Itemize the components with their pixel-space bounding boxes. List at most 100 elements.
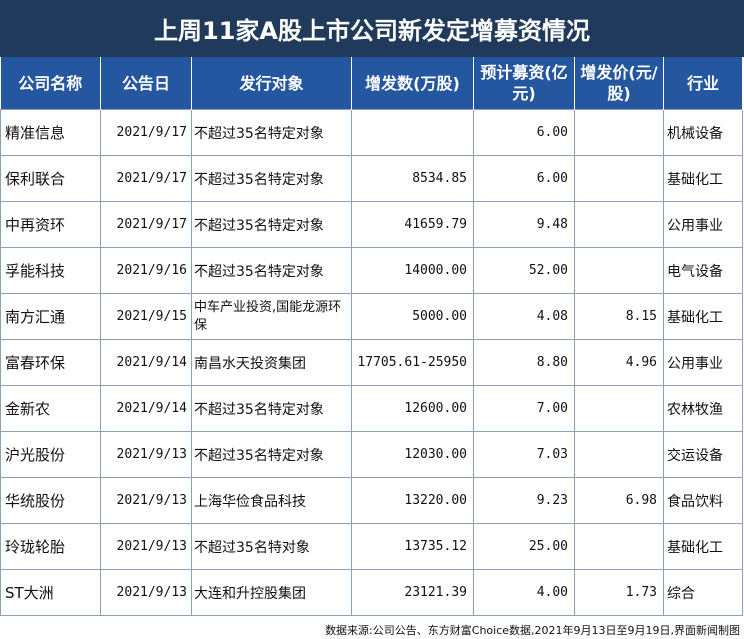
target-cell: 南昌水天投资集团 — [191, 339, 352, 386]
industry-cell: 机械设备 — [663, 109, 743, 156]
funds-cell: 25.00 — [473, 523, 575, 570]
date-cell: 2021/9/16 — [100, 247, 192, 294]
industry-cell: 交运设备 — [663, 431, 743, 478]
industry-cell: 公用事业 — [663, 339, 743, 386]
header-row: 公司名称 公告日 发行对象 增发数(万股) 预计募资(亿元) 增发价(元/股) … — [0, 57, 743, 110]
table-row: 孚能科技 2021/9/16 不超过35名特定对象 14000.00 52.00 电气设备 — [0, 247, 743, 294]
date-cell: 2021/9/14 — [100, 339, 192, 386]
industry-cell: 综合 — [663, 569, 743, 616]
shares-cell: 41659.79 — [351, 201, 474, 248]
shares-cell — [351, 109, 474, 156]
target-cell: 上海华俭食品科技 — [191, 477, 352, 524]
table-row: 南方汇通 2021/9/15 中车产业投资,国能龙源环保 5000.00 4.08 8.1… — [0, 293, 743, 340]
table-body: 精准信息 2021/9/17 不超过35名特定对象 6.00 机械设备 保利联合 2021/… — [0, 109, 743, 616]
date-cell: 2021/9/13 — [100, 431, 192, 478]
target-cell: 不超过35名特定对象 — [191, 155, 352, 202]
company-cell: 玲珑轮胎 — [0, 523, 101, 570]
shares-cell: 17705.61-25950 — [351, 339, 474, 386]
table-row: 沪光股份 2021/9/13 不超过35名特定对象 12030.00 7.03 交运设备 — [0, 431, 743, 478]
shares-cell: 23121.39 — [351, 569, 474, 616]
company-cell: 中再资环 — [0, 201, 101, 248]
date-cell: 2021/9/17 — [100, 155, 192, 202]
table-row: 中再资环 2021/9/17 不超过35名特定对象 41659.79 9.48 公用事业 — [0, 201, 743, 248]
price-cell — [574, 201, 664, 248]
table-row: 金新农 2021/9/14 不超过35名特定对象 12600.00 7.00 农林牧渔 — [0, 385, 743, 432]
table-row: 精准信息 2021/9/17 不超过35名特定对象 6.00 机械设备 — [0, 109, 743, 156]
funds-cell: 9.23 — [473, 477, 575, 524]
shares-cell: 8534.85 — [351, 155, 474, 202]
date-cell: 2021/9/13 — [100, 569, 192, 616]
company-cell: 华统股份 — [0, 477, 101, 524]
funds-cell: 6.00 — [473, 109, 575, 156]
price-cell — [574, 385, 664, 432]
shares-cell: 5000.00 — [351, 293, 474, 340]
price-cell — [574, 155, 664, 202]
date-cell: 2021/9/17 — [100, 109, 192, 156]
funds-cell: 52.00 — [473, 247, 575, 294]
industry-cell: 电气设备 — [663, 247, 743, 294]
industry-cell: 基础化工 — [663, 523, 743, 570]
shares-cell: 14000.00 — [351, 247, 474, 294]
industry-cell: 农林牧渔 — [663, 385, 743, 432]
company-cell: 金新农 — [0, 385, 101, 432]
price-cell — [574, 247, 664, 294]
funds-cell: 4.00 — [473, 569, 575, 616]
target-cell: 不超过35名特定对象 — [191, 109, 352, 156]
table-header: 公司名称 公告日 发行对象 增发数(万股) 预计募资(亿元) 增发价(元/股) … — [0, 57, 743, 110]
date-cell: 2021/9/13 — [100, 523, 192, 570]
header-industry: 行业 — [663, 57, 743, 110]
price-cell — [574, 431, 664, 478]
company-cell: ST大洲 — [0, 569, 101, 616]
target-cell: 不超过35名特定对象 — [191, 247, 352, 294]
funds-cell: 6.00 — [473, 155, 575, 202]
industry-cell: 基础化工 — [663, 293, 743, 340]
table-row: ST大洲 2021/9/13 大连和升控股集团 23121.39 4.00 1.73 综合 — [0, 569, 743, 616]
placement-table: 公司名称 公告日 发行对象 增发数(万股) 预计募资(亿元) 增发价(元/股) … — [0, 57, 743, 616]
company-cell: 精准信息 — [0, 109, 101, 156]
table-row: 玲珑轮胎 2021/9/13 不超过35名特对象 13735.12 25.00 基础化工 — [0, 523, 743, 570]
header-funds: 预计募资(亿元) — [473, 57, 575, 110]
industry-cell: 基础化工 — [663, 155, 743, 202]
company-cell: 南方汇通 — [0, 293, 101, 340]
company-cell: 富春环保 — [0, 339, 101, 386]
company-cell: 保利联合 — [0, 155, 101, 202]
funds-cell: 7.00 — [473, 385, 575, 432]
infographic: 上周11家A股上市公司新发定增募资情况 公司名称 公告日 发行对象 增发数(万股… — [0, 0, 744, 639]
table-row: 保利联合 2021/9/17 不超过35名特定对象 8534.85 6.00 基础化工 — [0, 155, 743, 202]
shares-cell: 12600.00 — [351, 385, 474, 432]
table-row: 富春环保 2021/9/14 南昌水天投资集团 17705.61-25950 8.80 4… — [0, 339, 743, 386]
table-row: 华统股份 2021/9/13 上海华俭食品科技 13220.00 9.23 6.98 食品饮… — [0, 477, 743, 524]
header-date: 公告日 — [100, 57, 192, 110]
shares-cell: 13735.12 — [351, 523, 474, 570]
shares-cell: 13220.00 — [351, 477, 474, 524]
company-cell: 孚能科技 — [0, 247, 101, 294]
price-cell: 4.96 — [574, 339, 664, 386]
funds-cell: 7.03 — [473, 431, 575, 478]
date-cell: 2021/9/13 — [100, 477, 192, 524]
price-cell: 8.15 — [574, 293, 664, 340]
target-cell: 不超过35名特对象 — [191, 523, 352, 570]
price-cell: 1.73 — [574, 569, 664, 616]
header-price: 增发价(元/股) — [574, 57, 664, 110]
funds-cell: 8.80 — [473, 339, 575, 386]
price-cell: 6.98 — [574, 477, 664, 524]
shares-cell: 12030.00 — [351, 431, 474, 478]
data-source-note: 数据来源:公司公告、东方财富Choice数据,2021年9月13日至9月19日,… — [325, 624, 740, 637]
target-cell: 不超过35名特定对象 — [191, 201, 352, 248]
funds-cell: 9.48 — [473, 201, 575, 248]
target-cell: 不超过35名特定对象 — [191, 385, 352, 432]
date-cell: 2021/9/17 — [100, 201, 192, 248]
industry-cell: 公用事业 — [663, 201, 743, 248]
page-title: 上周11家A股上市公司新发定增募资情况 — [0, 0, 744, 57]
company-cell: 沪光股份 — [0, 431, 101, 478]
price-cell — [574, 109, 664, 156]
date-cell: 2021/9/14 — [100, 385, 192, 432]
target-cell: 大连和升控股集团 — [191, 569, 352, 616]
date-cell: 2021/9/15 — [100, 293, 192, 340]
header-target: 发行对象 — [191, 57, 352, 110]
header-shares: 增发数(万股) — [351, 57, 474, 110]
industry-cell: 食品饮料 — [663, 477, 743, 524]
header-company: 公司名称 — [0, 57, 101, 110]
target-cell: 不超过35名特定对象 — [191, 431, 352, 478]
target-cell: 中车产业投资,国能龙源环保 — [191, 293, 352, 340]
